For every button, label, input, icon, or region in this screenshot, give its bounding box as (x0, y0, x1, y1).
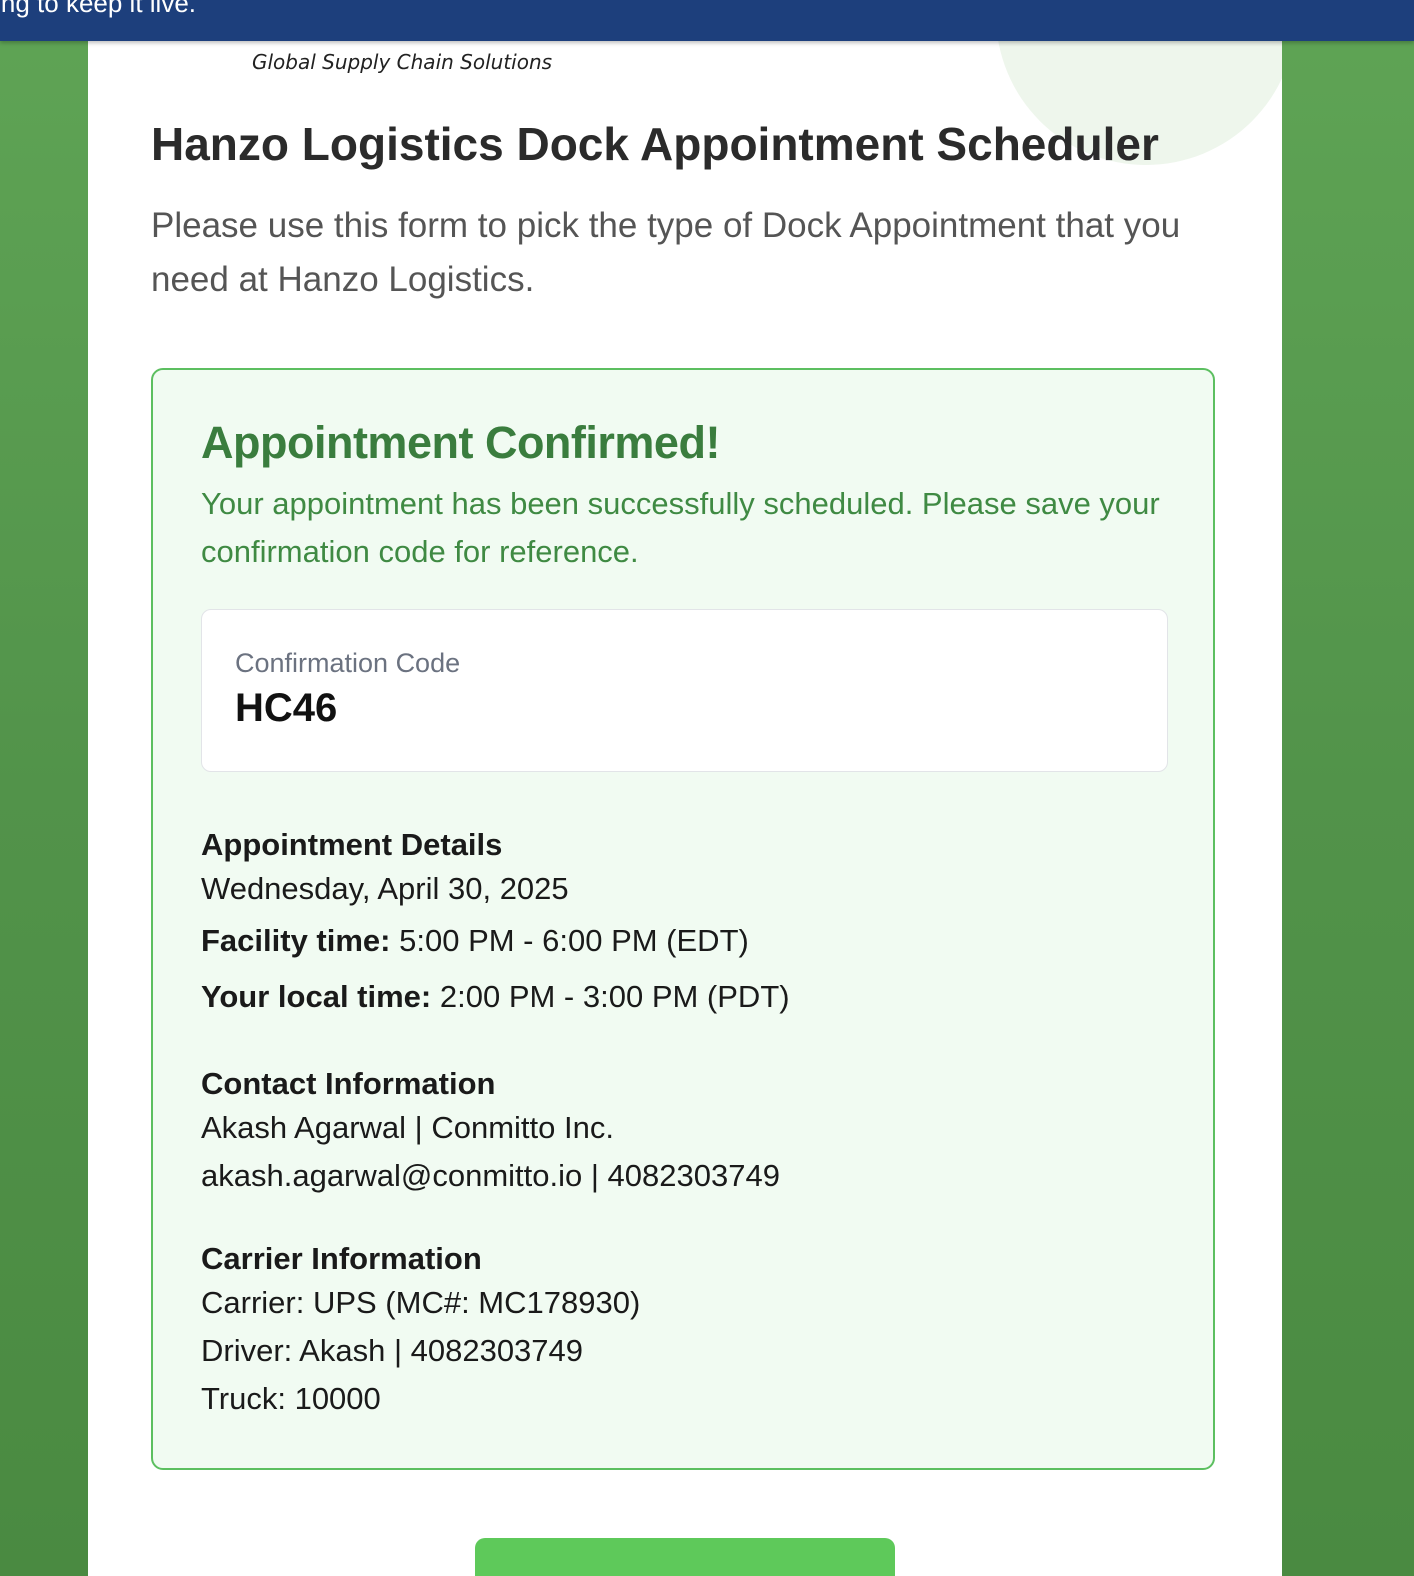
facility-time-label: Facility time: (201, 923, 391, 958)
confirmation-code-label: Confirmation Code (235, 648, 461, 678)
local-time-label: Your local time: (201, 979, 432, 1014)
brand-tagline: Global Supply Chain Solutions (252, 50, 553, 74)
top-banner-text: uring to keep it live. (0, 0, 197, 18)
page-title: Hanzo Logistics Dock Appointment Schedul… (151, 118, 1159, 170)
contact-name-company: Akash Agarwal | Conmitto Inc. (201, 1110, 614, 1145)
contact-email-phone: akash.agarwal@conmitto.io | 4082303749 (201, 1158, 780, 1193)
driver-info: Driver: Akash | 4082303749 (201, 1333, 584, 1368)
confirmation-message: Your appointment has been successfully s… (201, 486, 1160, 569)
truck-info: Truck: 10000 (201, 1381, 381, 1416)
primary-action-button[interactable] (475, 1538, 895, 1576)
appointment-date: Wednesday, April 30, 2025 (201, 871, 569, 906)
carrier-information-heading: Carrier Information (201, 1241, 482, 1276)
local-time-value: 2:00 PM - 3:00 PM (PDT) (439, 979, 790, 1014)
facility-time-value: 5:00 PM - 6:00 PM (EDT) (399, 923, 749, 958)
contact-information-section: Contact Information Akash Agarwal | Conm… (201, 1064, 1181, 1200)
local-time: Your local time: 2:00 PM - 3:00 PM (PDT) (201, 969, 1181, 1025)
confirmation-heading: Appointment Confirmed! (201, 417, 720, 468)
main-card: Global Supply Chain Solutions Hanzo Logi… (88, 41, 1282, 1576)
confirmation-panel: Appointment Confirmed! Your appointment … (151, 368, 1215, 1470)
appointment-details-section: Appointment Details Wednesday, April 30,… (201, 825, 1181, 1025)
contact-information-heading: Contact Information (201, 1066, 496, 1101)
carrier-name: Carrier: UPS (MC#: MC178930) (201, 1285, 641, 1320)
top-banner: uring to keep it live. (0, 0, 1414, 41)
carrier-information-section: Carrier Information Carrier: UPS (MC#: M… (201, 1239, 1181, 1423)
appointment-details-heading: Appointment Details (201, 827, 503, 862)
page-intro: Please use this form to pick the type of… (151, 206, 1181, 299)
facility-time: Facility time: 5:00 PM - 6:00 PM (EDT) (201, 913, 1181, 969)
confirmation-code-box: Confirmation Code HC46 (201, 609, 1168, 772)
confirmation-code-value: HC46 (235, 686, 338, 730)
